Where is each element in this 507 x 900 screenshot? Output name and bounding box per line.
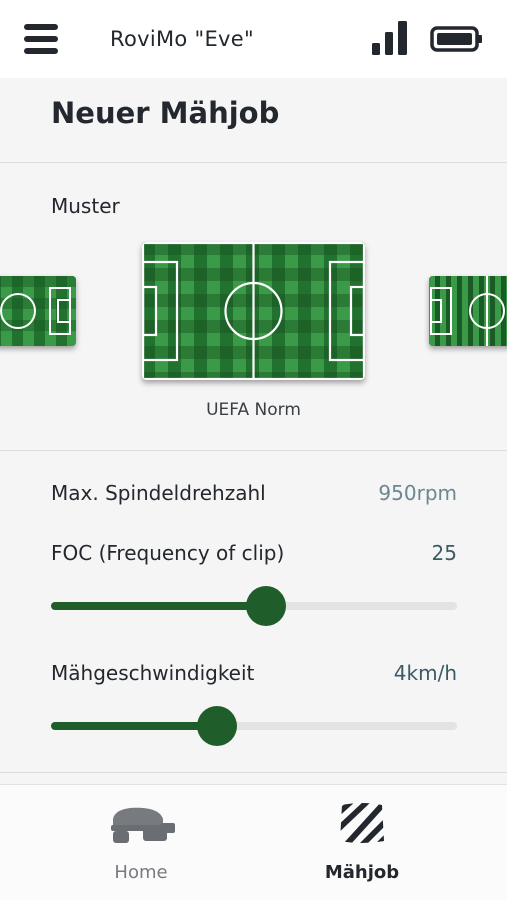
slider-thumb[interactable] — [197, 706, 238, 746]
signal-strength-icon — [372, 21, 407, 55]
app-header: RoviMo "Eve" — [0, 0, 507, 78]
foc-slider[interactable] — [51, 586, 457, 626]
nav-item-mowing-job[interactable]: Mähjob — [282, 785, 442, 900]
pattern-card-selected[interactable] — [142, 242, 365, 380]
foc-value: 25 — [431, 541, 457, 565]
pattern-section-label: Muster — [51, 194, 120, 218]
nav-label-mowing-job: Mähjob — [324, 862, 400, 883]
battery-full-icon — [430, 26, 482, 52]
mowing-speed-label: Mähgeschwindigkeit — [51, 661, 255, 685]
pattern-name: UEFA Norm — [206, 400, 301, 420]
pattern-card-previous[interactable] — [0, 276, 76, 346]
slider-fill — [51, 722, 218, 730]
foc-label: FOC (Frequency of clip) — [51, 541, 285, 565]
mow-pattern-icon — [340, 803, 384, 843]
device-name: RoviMo "Eve" — [110, 27, 254, 51]
bottom-navigation: Home Mähjob — [0, 784, 507, 900]
divider — [0, 450, 507, 451]
divider — [0, 162, 507, 163]
spindle-speed-value: 950rpm — [378, 481, 457, 505]
mowing-speed-slider[interactable] — [51, 706, 457, 746]
hamburger-menu-icon[interactable] — [24, 24, 58, 54]
page-title: Neuer Mähjob — [51, 96, 280, 130]
slider-fill — [51, 602, 267, 610]
pattern-card-next[interactable] — [429, 276, 507, 346]
mowing-speed-value: 4km/h — [393, 661, 457, 685]
slider-thumb[interactable] — [246, 586, 287, 626]
robot-mower-icon — [111, 807, 175, 843]
nav-item-home[interactable]: Home — [61, 785, 221, 900]
spindle-speed-label: Max. Spindeldrehzahl — [51, 481, 266, 505]
nav-label-home: Home — [114, 862, 168, 883]
divider — [0, 772, 507, 773]
